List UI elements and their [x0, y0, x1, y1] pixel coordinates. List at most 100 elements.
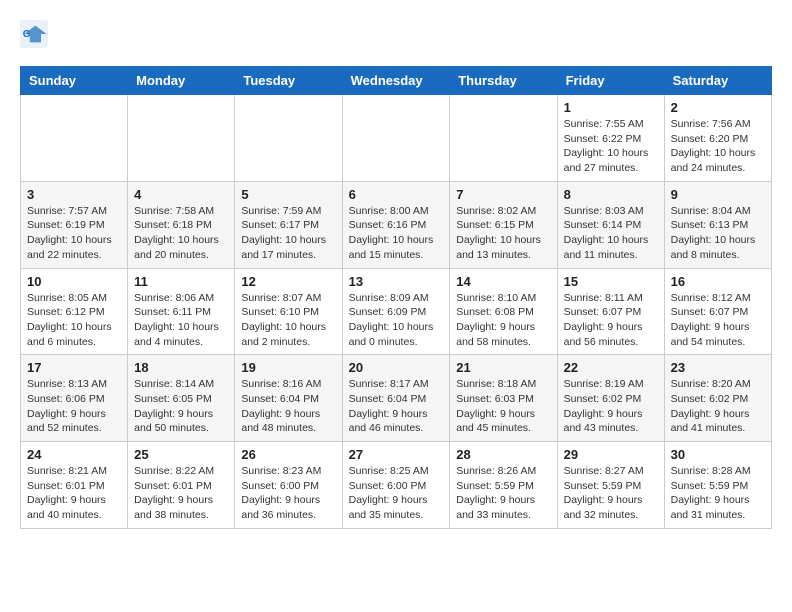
calendar-cell: 30 Sunrise: 8:28 AM Sunset: 5:59 PM Dayli…	[664, 442, 771, 529]
day-info: Sunrise: 7:57 AM Sunset: 6:19 PM Dayligh…	[27, 204, 121, 263]
day-number: 1	[564, 100, 658, 115]
day-number: 27	[349, 447, 444, 462]
day-number: 18	[134, 360, 228, 375]
day-info: Sunrise: 8:18 AM Sunset: 6:03 PM Dayligh…	[456, 377, 550, 436]
calendar-cell: 29 Sunrise: 8:27 AM Sunset: 5:59 PM Dayli…	[557, 442, 664, 529]
calendar-cell: 11 Sunrise: 8:06 AM Sunset: 6:11 PM Dayli…	[128, 268, 235, 355]
calendar-cell: 13 Sunrise: 8:09 AM Sunset: 6:09 PM Dayli…	[342, 268, 450, 355]
day-info: Sunrise: 8:28 AM Sunset: 5:59 PM Dayligh…	[671, 464, 765, 523]
col-header-sunday: Sunday	[21, 67, 128, 95]
day-number: 5	[241, 187, 335, 202]
day-number: 14	[456, 274, 550, 289]
day-info: Sunrise: 8:10 AM Sunset: 6:08 PM Dayligh…	[456, 291, 550, 350]
calendar-cell: 2Sunrise: 7:56 AM Sunset: 6:20 PM Daylig…	[664, 95, 771, 182]
day-number: 28	[456, 447, 550, 462]
col-header-monday: Monday	[128, 67, 235, 95]
col-header-thursday: Thursday	[450, 67, 557, 95]
calendar-cell: 9 Sunrise: 8:04 AM Sunset: 6:13 PM Daylig…	[664, 181, 771, 268]
calendar-cell: 3 Sunrise: 7:57 AM Sunset: 6:19 PM Daylig…	[21, 181, 128, 268]
day-number: 24	[27, 447, 121, 462]
day-info: Sunrise: 8:22 AM Sunset: 6:01 PM Dayligh…	[134, 464, 228, 523]
logo: G	[20, 20, 52, 48]
day-number: 12	[241, 274, 335, 289]
day-info: Sunrise: 8:02 AM Sunset: 6:15 PM Dayligh…	[456, 204, 550, 263]
day-number: 29	[564, 447, 658, 462]
calendar-cell: 25Sunrise: 8:22 AM Sunset: 6:01 PM Dayli…	[128, 442, 235, 529]
day-number: 26	[241, 447, 335, 462]
calendar-cell: 23 Sunrise: 8:20 AM Sunset: 6:02 PM Dayli…	[664, 355, 771, 442]
day-info: Sunrise: 8:12 AM Sunset: 6:07 PM Dayligh…	[671, 291, 765, 350]
day-info: Sunrise: 8:03 AM Sunset: 6:14 PM Dayligh…	[564, 204, 658, 263]
day-info: Sunrise: 8:11 AM Sunset: 6:07 PM Dayligh…	[564, 291, 658, 350]
calendar-cell	[342, 95, 450, 182]
col-header-friday: Friday	[557, 67, 664, 95]
day-number: 8	[564, 187, 658, 202]
day-info: Sunrise: 8:27 AM Sunset: 5:59 PM Dayligh…	[564, 464, 658, 523]
col-header-tuesday: Tuesday	[235, 67, 342, 95]
calendar-cell	[235, 95, 342, 182]
calendar-cell: 12 Sunrise: 8:07 AM Sunset: 6:10 PM Dayli…	[235, 268, 342, 355]
calendar-cell: 19 Sunrise: 8:16 AM Sunset: 6:04 PM Dayli…	[235, 355, 342, 442]
day-info: Sunrise: 8:16 AM Sunset: 6:04 PM Dayligh…	[241, 377, 335, 436]
day-number: 19	[241, 360, 335, 375]
day-info: Sunrise: 8:21 AM Sunset: 6:01 PM Dayligh…	[27, 464, 121, 523]
day-number: 11	[134, 274, 228, 289]
day-number: 30	[671, 447, 765, 462]
calendar-cell: 1 Sunrise: 7:55 AM Sunset: 6:22 PM Daylig…	[557, 95, 664, 182]
calendar-cell: 14 Sunrise: 8:10 AM Sunset: 6:08 PM Dayli…	[450, 268, 557, 355]
calendar-cell: 28 Sunrise: 8:26 AM Sunset: 5:59 PM Dayli…	[450, 442, 557, 529]
day-info: Sunrise: 8:19 AM Sunset: 6:02 PM Dayligh…	[564, 377, 658, 436]
calendar-cell: 27 Sunrise: 8:25 AM Sunset: 6:00 PM Dayli…	[342, 442, 450, 529]
day-number: 4	[134, 187, 228, 202]
calendar-cell: 4 Sunrise: 7:58 AM Sunset: 6:18 PM Daylig…	[128, 181, 235, 268]
calendar-cell	[21, 95, 128, 182]
calendar-cell: 10 Sunrise: 8:05 AM Sunset: 6:12 PM Dayli…	[21, 268, 128, 355]
day-info: Sunrise: 8:05 AM Sunset: 6:12 PM Dayligh…	[27, 291, 121, 350]
day-number: 20	[349, 360, 444, 375]
calendar-cell: 16 Sunrise: 8:12 AM Sunset: 6:07 PM Dayli…	[664, 268, 771, 355]
calendar-cell: 22 Sunrise: 8:19 AM Sunset: 6:02 PM Dayli…	[557, 355, 664, 442]
calendar-cell: 8 Sunrise: 8:03 AM Sunset: 6:14 PM Daylig…	[557, 181, 664, 268]
day-number: 10	[27, 274, 121, 289]
day-info: Sunrise: 7:59 AM Sunset: 6:17 PM Dayligh…	[241, 204, 335, 263]
day-info: Sunrise: 8:06 AM Sunset: 6:11 PM Dayligh…	[134, 291, 228, 350]
calendar-cell: 18 Sunrise: 8:14 AM Sunset: 6:05 PM Dayli…	[128, 355, 235, 442]
day-number: 15	[564, 274, 658, 289]
calendar-cell: 17 Sunrise: 8:13 AM Sunset: 6:06 PM Dayli…	[21, 355, 128, 442]
day-number: 21	[456, 360, 550, 375]
day-info: Sunrise: 8:26 AM Sunset: 5:59 PM Dayligh…	[456, 464, 550, 523]
day-number: 13	[349, 274, 444, 289]
calendar-cell: 15 Sunrise: 8:11 AM Sunset: 6:07 PM Dayli…	[557, 268, 664, 355]
calendar-cell: 26 Sunrise: 8:23 AM Sunset: 6:00 PM Dayli…	[235, 442, 342, 529]
day-info: Sunrise: 8:17 AM Sunset: 6:04 PM Dayligh…	[349, 377, 444, 436]
calendar-cell: 5 Sunrise: 7:59 AM Sunset: 6:17 PM Daylig…	[235, 181, 342, 268]
day-number: 2	[671, 100, 765, 115]
day-info: Sunrise: 7:58 AM Sunset: 6:18 PM Dayligh…	[134, 204, 228, 263]
day-info: Sunrise: 8:07 AM Sunset: 6:10 PM Dayligh…	[241, 291, 335, 350]
day-info: Sunrise: 8:23 AM Sunset: 6:00 PM Dayligh…	[241, 464, 335, 523]
day-info: Sunrise: 8:04 AM Sunset: 6:13 PM Dayligh…	[671, 204, 765, 263]
calendar-cell: 24 Sunrise: 8:21 AM Sunset: 6:01 PM Dayli…	[21, 442, 128, 529]
calendar-cell: 20 Sunrise: 8:17 AM Sunset: 6:04 PM Dayli…	[342, 355, 450, 442]
calendar-cell	[450, 95, 557, 182]
day-number: 3	[27, 187, 121, 202]
day-number: 22	[564, 360, 658, 375]
day-info: Sunrise: 8:20 AM Sunset: 6:02 PM Dayligh…	[671, 377, 765, 436]
day-info: Sunrise: 8:25 AM Sunset: 6:00 PM Dayligh…	[349, 464, 444, 523]
day-number: 17	[27, 360, 121, 375]
day-info: Sunrise: 8:13 AM Sunset: 6:06 PM Dayligh…	[27, 377, 121, 436]
calendar: SundayMondayTuesdayWednesdayThursdayFrid…	[20, 66, 772, 529]
calendar-cell: 6Sunrise: 8:00 AM Sunset: 6:16 PM Daylig…	[342, 181, 450, 268]
col-header-saturday: Saturday	[664, 67, 771, 95]
day-info: Sunrise: 7:55 AM Sunset: 6:22 PM Dayligh…	[564, 117, 658, 176]
day-info: Sunrise: 8:00 AM Sunset: 6:16 PM Dayligh…	[349, 204, 444, 263]
day-number: 7	[456, 187, 550, 202]
day-number: 16	[671, 274, 765, 289]
day-info: Sunrise: 8:14 AM Sunset: 6:05 PM Dayligh…	[134, 377, 228, 436]
col-header-wednesday: Wednesday	[342, 67, 450, 95]
day-number: 9	[671, 187, 765, 202]
day-number: 23	[671, 360, 765, 375]
day-info: Sunrise: 8:09 AM Sunset: 6:09 PM Dayligh…	[349, 291, 444, 350]
calendar-cell: 21 Sunrise: 8:18 AM Sunset: 6:03 PM Dayli…	[450, 355, 557, 442]
calendar-cell	[128, 95, 235, 182]
